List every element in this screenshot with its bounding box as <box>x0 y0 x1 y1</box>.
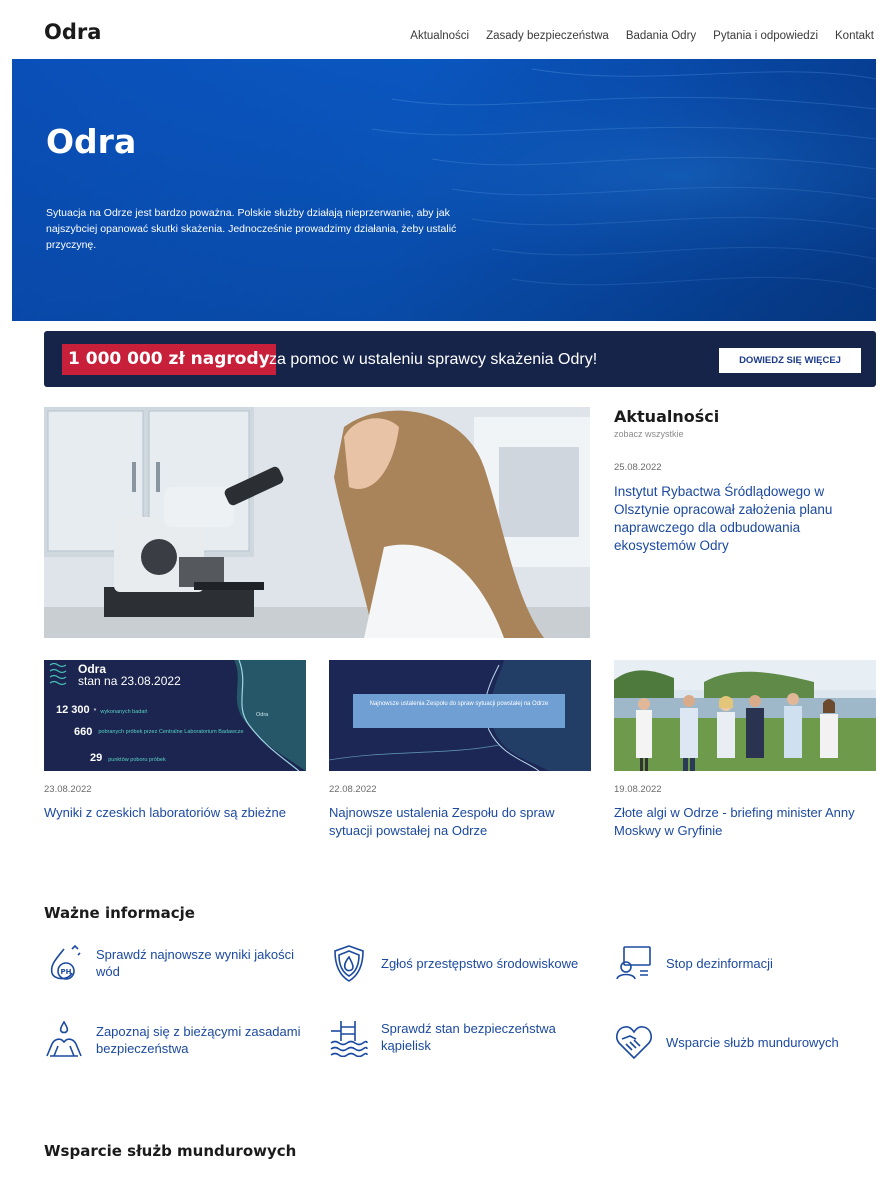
news-card[interactable]: 19.08.2022 Złote algi w Odrze - briefing… <box>614 660 876 840</box>
news-sidebar: Aktualności zobacz wszystkie 25.08.2022 … <box>614 407 876 555</box>
stat-number: 29 <box>90 752 103 764</box>
nav-item-zasady[interactable]: Zasady bezpieczeństwa <box>486 30 609 42</box>
hands-water-icon <box>46 1020 82 1057</box>
news-date: 22.08.2022 <box>329 784 377 795</box>
thumb-caption: Najnowsze ustalenia Zespołu do spraw syt… <box>353 694 565 728</box>
nav-item-aktualnosci[interactable]: Aktualności <box>410 30 469 42</box>
featured-news-date: 25.08.2022 <box>614 462 662 473</box>
info-label: Sprawdź najnowsze wyniki jakości wód <box>96 947 294 979</box>
news-date: 19.08.2022 <box>614 784 662 795</box>
info-label: Zapoznaj się z bieżącymi zasadami bezpie… <box>96 1024 301 1056</box>
computer-user-icon <box>616 946 651 980</box>
svg-text:PH: PH <box>61 968 72 976</box>
news-title[interactable]: Najnowsze ustalenia Zespołu do spraw syt… <box>329 804 591 840</box>
reward-text: za pomoc w ustaleniu sprawcy skażenia Od… <box>269 351 598 368</box>
news-title[interactable]: Wyniki z czeskich laboratoriów są zbieżn… <box>44 804 306 822</box>
nav-item-kontakt[interactable]: Kontakt <box>835 30 874 42</box>
stat-label: wykonanych badań <box>100 709 148 715</box>
featured-news-photo[interactable] <box>44 407 590 638</box>
hero-title: Odra <box>46 122 137 161</box>
hero-river-texture <box>12 59 876 321</box>
thumb-stat-row: 29 punktów poboru próbek <box>90 752 166 764</box>
support-heading: Wsparcie służb mundurowych <box>44 1142 297 1160</box>
info-water-quality[interactable]: PH Sprawdź najnowsze wyniki jakości wód <box>44 943 304 983</box>
info-label: Stop dezinformacji <box>666 955 773 971</box>
stat-sup: * <box>93 708 97 715</box>
info-label: Sprawdź stan bezpieczeństwa kąpielisk <box>381 1021 556 1053</box>
stat-number: 12 300 <box>56 704 90 716</box>
thumb-stat-row: 660 pobranych próbek przez Centralne Lab… <box>74 726 244 738</box>
info-label: Zgłoś przestępstwo środowiskowe <box>381 955 579 971</box>
map-label: Odra <box>256 712 269 718</box>
lab-microscope-image <box>44 407 590 638</box>
stat-label: pobranych próbek przez Centralne Laborat… <box>98 728 244 735</box>
site-logo[interactable]: Odra <box>44 20 101 44</box>
learn-more-button[interactable]: DOWIEDZ SIĘ WIĘCEJ <box>719 348 861 373</box>
nav-item-pytania[interactable]: Pytania i odpowiedzi <box>713 30 818 42</box>
thumb-stat-row: 12 300 * wykonanych badań <box>56 704 147 716</box>
news-heading: Aktualności <box>614 407 720 426</box>
info-stop-disinformation[interactable]: Stop dezinformacji <box>614 943 874 983</box>
news-title[interactable]: Złote algi w Odrze - briefing minister A… <box>614 804 876 840</box>
reward-amount: 1 000 000 zł nagrody <box>62 344 276 375</box>
see-all-link[interactable]: zobacz wszystkie <box>614 429 876 439</box>
reward-banner[interactable]: 1 000 000 zł nagrody za pomoc w ustaleni… <box>44 331 876 387</box>
stat-label: punktów poboru próbek <box>108 757 166 763</box>
news-card[interactable]: Najnowsze ustalenia Zespołu do spraw syt… <box>329 660 591 840</box>
info-safety-rules[interactable]: Zapoznaj się z bieżącymi zasadami bezpie… <box>44 1020 304 1060</box>
shield-icon <box>334 945 364 982</box>
info-bathing-safety[interactable]: Sprawdź stan bezpieczeństwa kąpielisk <box>329 1017 599 1057</box>
heart-handshake-icon <box>616 1026 652 1060</box>
pool-ladder-icon <box>330 1021 368 1057</box>
news-card[interactable]: Odra stan na 23.08.2022 12 300 * wykonany… <box>44 660 306 822</box>
main-nav: Aktualności Zasady bezpieczeństwa Badani… <box>410 30 874 42</box>
thumb-subtitle: stan na 23.08.2022 <box>78 674 181 688</box>
info-label: Wsparcie służb mundurowych <box>666 1034 839 1050</box>
water-quality-ph-icon: PH <box>50 944 81 980</box>
hero-banner: Odra Sytuacja na Odrze jest bardzo poważ… <box>12 59 876 321</box>
nav-item-badania[interactable]: Badania Odry <box>626 30 696 42</box>
info-uniformed-services-support[interactable]: Wsparcie służb mundurowych <box>614 1022 876 1062</box>
news-thumbnail-stats[interactable]: Odra stan na 23.08.2022 12 300 * wykonany… <box>44 660 306 771</box>
info-report-crime[interactable]: Zgłoś przestępstwo środowiskowe <box>329 943 589 983</box>
news-date: 23.08.2022 <box>44 784 92 795</box>
stat-number: 660 <box>74 726 93 738</box>
featured-news-title[interactable]: Instytut Rybactwa Śródlądowego w Olsztyn… <box>614 483 876 555</box>
hero-description: Sytuacja na Odrze jest bardzo poważna. P… <box>46 207 457 251</box>
news-thumbnail-team[interactable]: Najnowsze ustalenia Zespołu do spraw syt… <box>329 660 591 771</box>
site-header: Odra Aktualności Zasady bezpieczeństwa B… <box>0 0 882 56</box>
news-thumbnail-briefing[interactable] <box>614 660 876 771</box>
important-info-heading: Ważne informacje <box>44 904 195 922</box>
briefing-photo <box>614 660 876 771</box>
